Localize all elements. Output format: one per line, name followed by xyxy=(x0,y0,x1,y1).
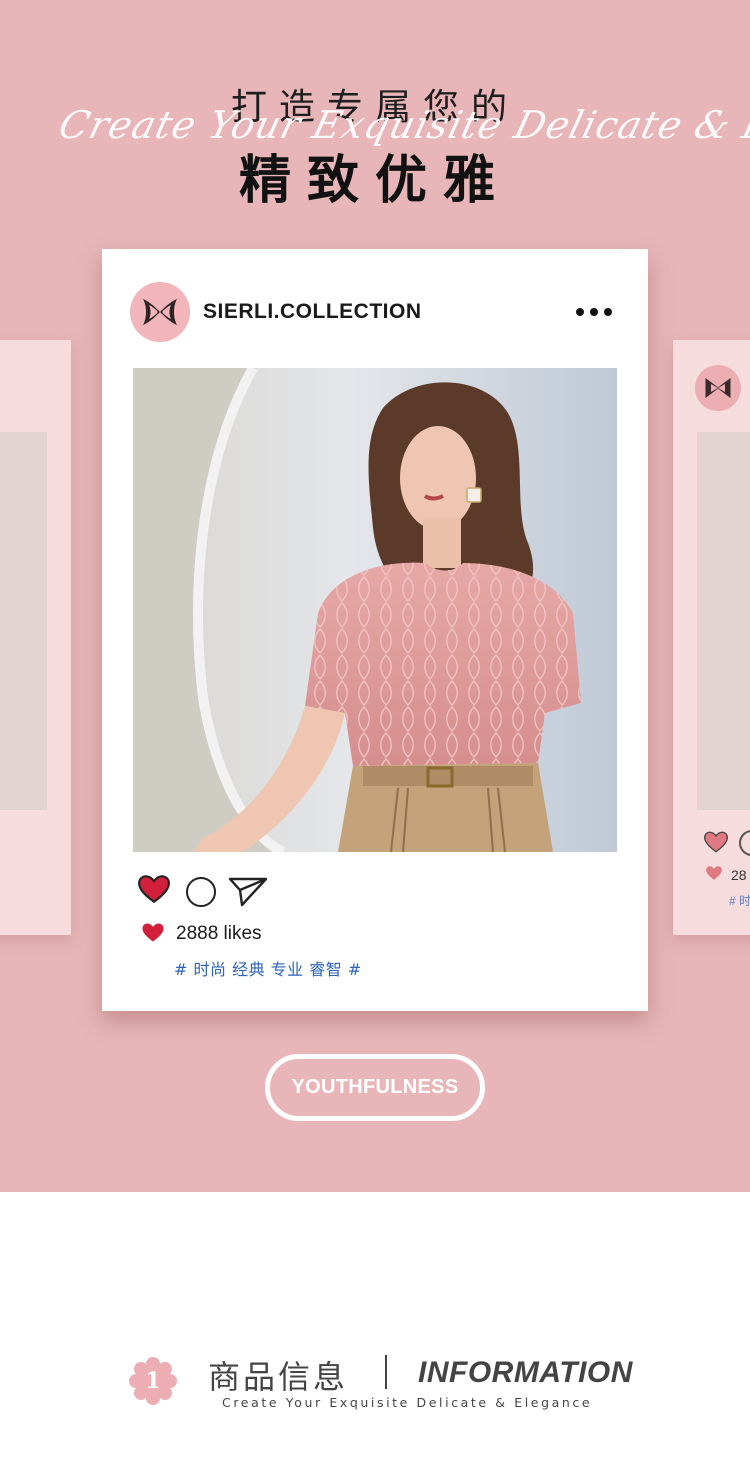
section-title-cn: 商品信息 xyxy=(208,1358,349,1396)
small-heart-icon xyxy=(706,866,722,880)
comment-icon xyxy=(739,830,750,856)
side-card-photo-placeholder xyxy=(697,432,750,810)
heart-icon xyxy=(703,831,729,853)
hero-section: 打造专属您的 Create Your Exquisite Delicate & … xyxy=(0,0,750,1192)
post-hashtags[interactable]: # 时尚 经典 专业 睿智 # xyxy=(174,956,362,980)
section-title-en: INFORMATION xyxy=(418,1356,633,1389)
side-card-photo-placeholder xyxy=(0,432,47,810)
likes-count[interactable]: 2888 likes xyxy=(176,923,262,945)
account-handle[interactable]: SIERLI.COLLECTION xyxy=(203,300,422,324)
youthfulness-label: YOUTHFULNESS xyxy=(291,1076,459,1098)
comment-icon[interactable] xyxy=(186,877,216,907)
heart-icon[interactable] xyxy=(137,874,171,904)
brand-logo-icon xyxy=(695,365,741,411)
side-card-hashtags: # 时 xyxy=(729,894,750,908)
avatar[interactable] xyxy=(130,282,190,342)
section-divider xyxy=(385,1355,387,1389)
headline-line-2: 精致优雅 xyxy=(238,151,511,211)
side-card-right[interactable]: 28 # 时 xyxy=(673,340,750,935)
brand-logo-icon xyxy=(143,299,177,325)
section-subtitle: Create Your Exquisite Delicate & Eleganc… xyxy=(222,1395,593,1410)
side-card-likes: 28 xyxy=(731,867,747,883)
likes-heart-icon xyxy=(142,923,164,942)
more-icon[interactable] xyxy=(576,306,616,318)
share-icon[interactable] xyxy=(228,875,268,907)
post-photo[interactable] xyxy=(133,368,617,852)
section-number: 1 xyxy=(145,1368,161,1394)
side-card-left[interactable] xyxy=(0,340,71,935)
post-card: SIERLI.COLLECTION 2888 likes # 时尚 经典 专业 … xyxy=(102,249,648,1011)
youthfulness-button[interactable]: YOUTHFULNESS xyxy=(265,1054,485,1121)
